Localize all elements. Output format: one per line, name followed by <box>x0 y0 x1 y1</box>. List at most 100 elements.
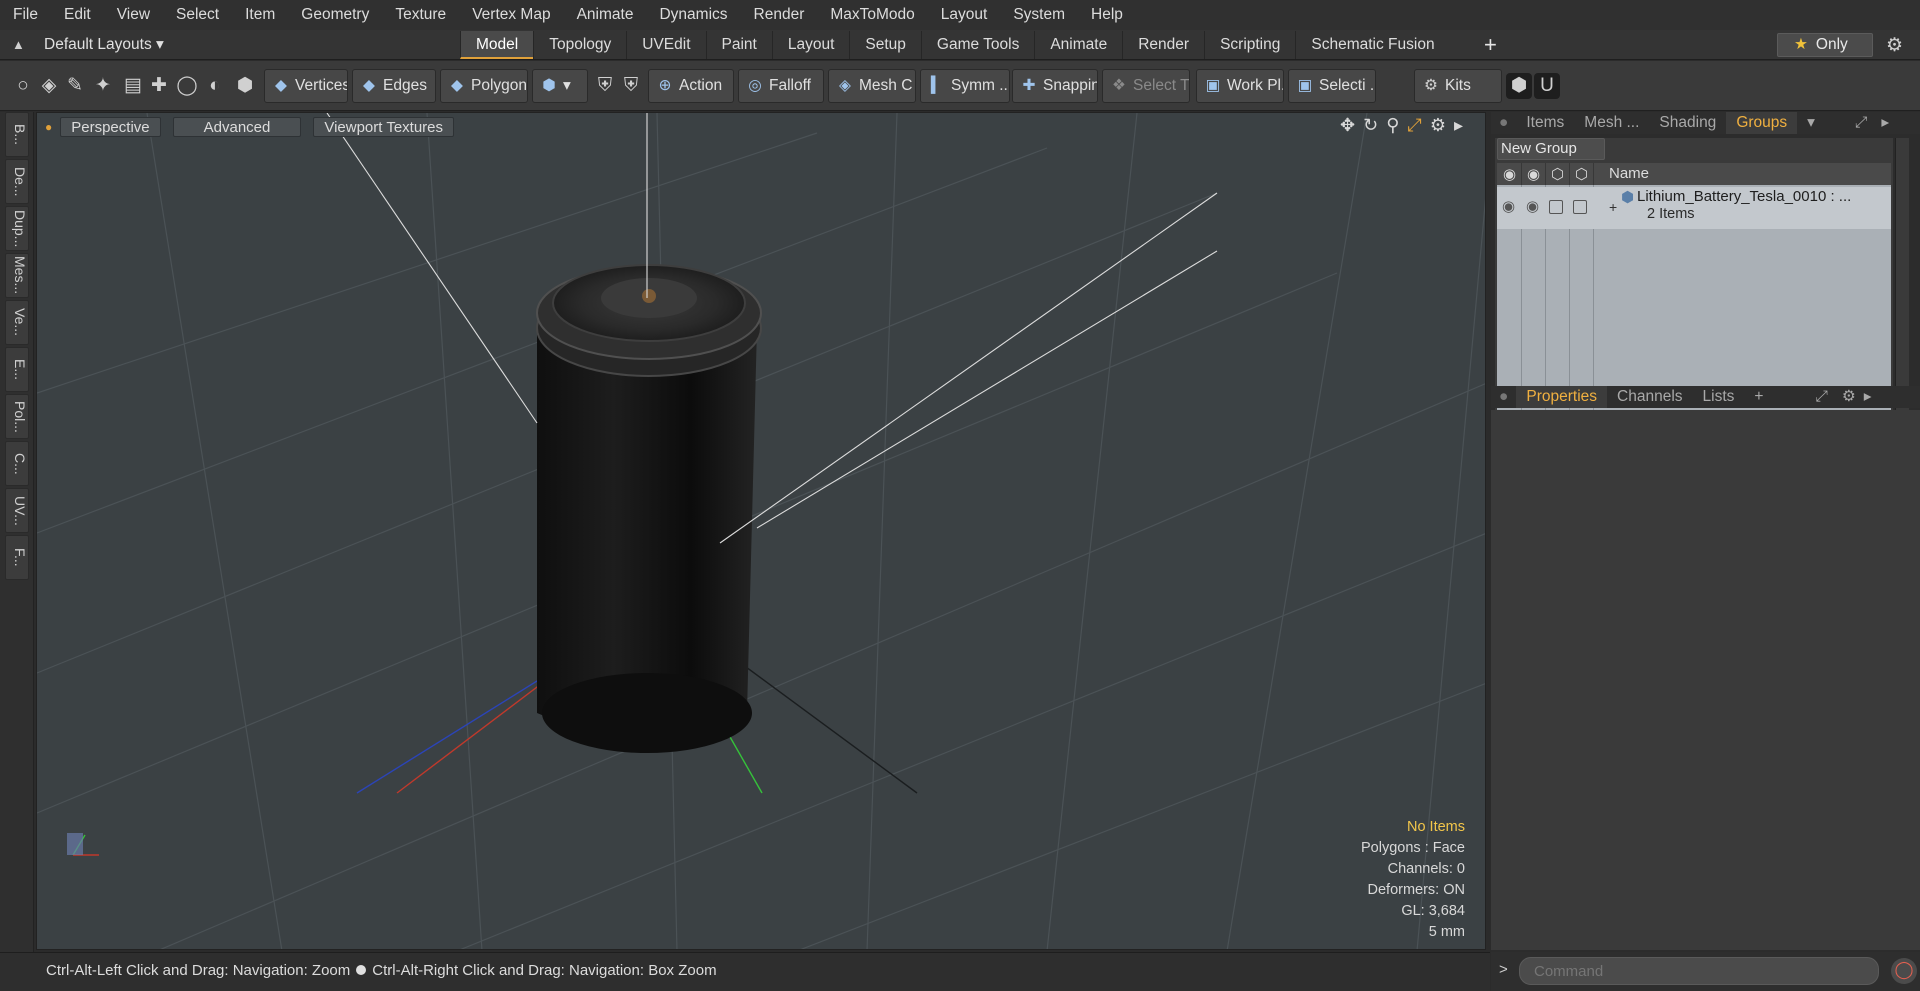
zoom-icon[interactable]: ⚲ <box>1386 115 1399 136</box>
maximize-panel-icon[interactable]: ⤢ <box>1845 112 1877 134</box>
perspective-dropdown[interactable]: Perspective <box>60 117 161 137</box>
globe-icon[interactable]: ◈ <box>36 73 62 99</box>
tab-items[interactable]: Items <box>1516 112 1574 134</box>
render-checkbox[interactable] <box>1573 200 1587 214</box>
list-item[interactable]: ◉ ◉ + ⬢ Lithium_Battery_Tesla_0010 : ...… <box>1497 187 1891 229</box>
chevron-down-icon[interactable]: ▾ <box>1797 112 1825 134</box>
menu-animate[interactable]: Animate <box>564 0 647 30</box>
select-checkbox[interactable] <box>1549 200 1563 214</box>
new-group-button[interactable]: New Group <box>1497 138 1605 160</box>
tab-layout[interactable]: Layout <box>771 31 850 59</box>
polygons-button[interactable]: ◆ Polygons <box>440 69 528 103</box>
collapse-arrow-icon[interactable]: ▲ <box>12 37 28 53</box>
viewport-textures-dropdown[interactable]: Viewport Textures <box>313 117 455 137</box>
action-button[interactable]: ⊕ Action <box>648 69 734 103</box>
kits-button[interactable]: ⚙ Kits <box>1414 69 1502 103</box>
left-tab-edge[interactable]: E... <box>5 347 29 392</box>
work-plane-button[interactable]: ▣ Work Pl... <box>1196 69 1284 103</box>
tab-mesh[interactable]: Mesh ... <box>1574 112 1649 134</box>
item-mode-button[interactable]: ⬢ ▾ <box>532 69 588 103</box>
tab-animate[interactable]: Animate <box>1034 31 1122 59</box>
edges-button[interactable]: ◆ Edges <box>352 69 436 103</box>
left-tab-duplicate[interactable]: Dup... <box>5 206 29 251</box>
mesh-constraint-button[interactable]: ◈ Mesh C ... <box>828 69 916 103</box>
menu-item[interactable]: Item <box>232 0 288 30</box>
menu-geometry[interactable]: Geometry <box>288 0 382 30</box>
transform-icon[interactable]: ▤ <box>120 73 146 99</box>
orbit-icon[interactable]: ↻ <box>1363 115 1378 136</box>
tab-groups[interactable]: Groups <box>1726 112 1798 134</box>
add-tab-button[interactable]: + <box>1484 33 1497 57</box>
add-panel-tab-button[interactable]: + <box>1744 386 1773 408</box>
left-tab-basic[interactable]: B... <box>5 112 29 157</box>
menu-dynamics[interactable]: Dynamics <box>646 0 740 30</box>
tab-shading[interactable]: Shading <box>1649 112 1726 134</box>
3d-viewport[interactable]: ● Perspective Advanced Viewport Textures… <box>36 112 1486 950</box>
left-tab-uv[interactable]: UV... <box>5 488 29 533</box>
left-tab-polygon[interactable]: Pol... <box>5 394 29 439</box>
element-mode-icon[interactable]: ⬢ <box>232 73 258 99</box>
menu-view[interactable]: View <box>104 0 163 30</box>
shield-star-icon[interactable]: ⛨ <box>618 73 644 99</box>
select-circle-icon[interactable]: ○ <box>10 73 36 99</box>
gear-icon[interactable]: ⚙ <box>1886 34 1903 57</box>
record-macro-icon[interactable]: ◯ <box>1891 958 1917 984</box>
tab-properties[interactable]: Properties <box>1516 386 1608 408</box>
menu-layout[interactable]: Layout <box>928 0 1001 30</box>
tab-scripting[interactable]: Scripting <box>1204 31 1295 59</box>
left-tab-mesh-edit[interactable]: Mes... <box>5 253 29 298</box>
menu-vertex-map[interactable]: Vertex Map <box>459 0 563 30</box>
menu-system[interactable]: System <box>1000 0 1078 30</box>
panel-expand-icon[interactable]: ▸ <box>1877 112 1893 134</box>
snapping-button[interactable]: ✚ Snapping <box>1012 69 1098 103</box>
pan-icon[interactable]: ✥ <box>1340 115 1355 136</box>
viewport-dot-icon[interactable]: ● <box>45 120 52 134</box>
tab-uvedit[interactable]: UVEdit <box>626 31 705 59</box>
tab-lists[interactable]: Lists <box>1693 386 1745 408</box>
rotate-icon[interactable]: ◯ <box>174 73 200 99</box>
symmetry-button[interactable]: ▍ Symm ... <box>920 69 1010 103</box>
expand-plus-icon[interactable]: + <box>1609 199 1617 215</box>
tab-topology[interactable]: Topology <box>533 31 626 59</box>
menu-help[interactable]: Help <box>1078 0 1136 30</box>
select-through-button[interactable]: ❖ Select T... <box>1102 69 1190 103</box>
scale-icon[interactable]: ◐ <box>202 73 228 99</box>
visibility-eye-icon[interactable]: ◉ <box>1502 197 1515 215</box>
menu-file[interactable]: File <box>0 0 51 30</box>
panel-gear-icon[interactable]: ⚙ <box>1838 386 1860 408</box>
shield-icon[interactable]: ⛨ <box>592 73 618 99</box>
tab-schematic-fusion[interactable]: Schematic Fusion <box>1295 31 1449 59</box>
menu-render[interactable]: Render <box>741 0 818 30</box>
tab-game-tools[interactable]: Game Tools <box>920 31 1034 59</box>
left-tab-deform[interactable]: De... <box>5 159 29 204</box>
lock-toggle-icon[interactable]: ◉ <box>1526 197 1539 215</box>
tab-model[interactable]: Model <box>460 31 534 59</box>
command-input[interactable] <box>1519 957 1879 985</box>
advanced-dropdown[interactable]: Advanced <box>172 117 302 137</box>
vertices-button[interactable]: ◆ Vertices <box>264 69 348 103</box>
lasso-icon[interactable]: ✦ <box>90 73 116 99</box>
menu-edit[interactable]: Edit <box>51 0 104 30</box>
selection-sets-button[interactable]: ▣ Selecti ... <box>1288 69 1376 103</box>
unreal-icon[interactable]: U <box>1534 73 1560 99</box>
maximize-panel-icon[interactable]: ⤢ <box>1805 386 1837 408</box>
tab-setup[interactable]: Setup <box>849 31 921 59</box>
only-button[interactable]: ★ Only <box>1777 33 1873 57</box>
expand-arrow-icon[interactable]: ▸ <box>1454 115 1463 136</box>
falloff-button[interactable]: ◎ Falloff <box>738 69 824 103</box>
left-tab-fusion[interactable]: F... <box>5 535 29 580</box>
maximize-icon[interactable]: ⤢ <box>1407 115 1421 136</box>
tab-paint[interactable]: Paint <box>705 31 772 59</box>
menu-texture[interactable]: Texture <box>382 0 459 30</box>
menu-maxtomodo[interactable]: MaxToModo <box>817 0 927 30</box>
left-tab-vertex[interactable]: Ve... <box>5 300 29 345</box>
unity-icon[interactable]: ⬢ <box>1506 73 1532 99</box>
panel-expand-icon[interactable]: ▸ <box>1860 386 1876 408</box>
layout-dropdown[interactable]: Default Layouts ▾ <box>44 35 164 54</box>
move-grid-icon[interactable]: ✚ <box>146 73 172 99</box>
viewport-gear-icon[interactable]: ⚙ <box>1430 115 1446 136</box>
tab-channels[interactable]: Channels <box>1607 386 1693 408</box>
command-arrow-icon[interactable]: > <box>1499 961 1508 978</box>
pen-icon[interactable]: ✎ <box>62 73 88 99</box>
menu-select[interactable]: Select <box>163 0 232 30</box>
